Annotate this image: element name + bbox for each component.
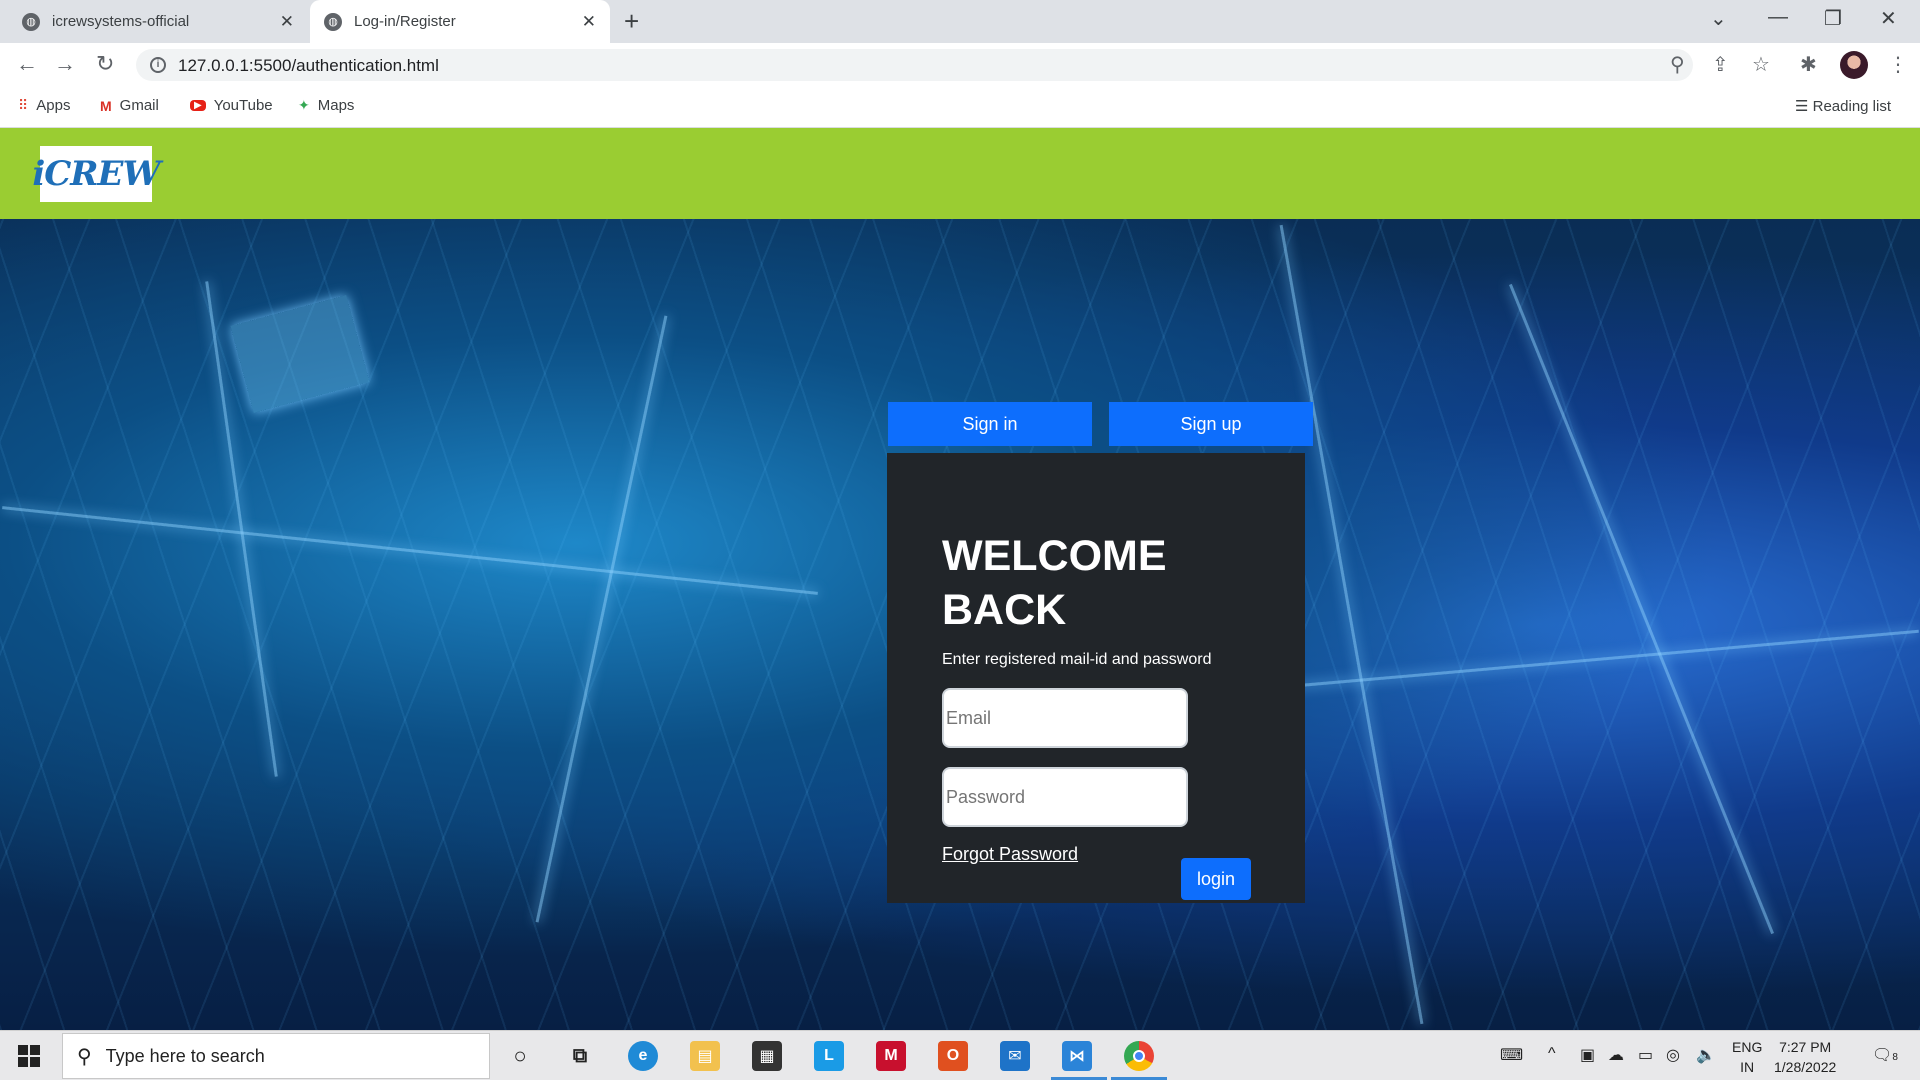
share-icon[interactable]: ⇪	[1712, 52, 1729, 77]
zoom-icon[interactable]: ⚲	[1670, 52, 1685, 77]
forward-icon[interactable]: →	[54, 51, 76, 77]
youtube-icon: ▶	[190, 100, 206, 111]
mcafee-icon[interactable]: M	[876, 1041, 906, 1071]
taskbar-search[interactable]: ⚲ Type here to search	[62, 1033, 490, 1079]
bookmark-youtube[interactable]: ▶ YouTube	[190, 97, 273, 114]
light-beam	[1251, 629, 1919, 692]
site-info-icon[interactable]: i	[150, 57, 166, 73]
light-beam	[2, 506, 818, 595]
meet-icon[interactable]: ▣	[1580, 1045, 1595, 1065]
globe-icon: ◍	[22, 12, 40, 31]
mail-icon[interactable]: ✉	[1000, 1041, 1030, 1071]
bookmark-apps[interactable]: ⠿ Apps	[18, 97, 70, 114]
site-logo[interactable]: iCREW	[32, 146, 161, 202]
chrome-icon[interactable]	[1124, 1041, 1154, 1071]
clock-time: 7:27 PM	[1779, 1039, 1832, 1055]
file-explorer-icon[interactable]: ▤	[690, 1041, 720, 1071]
forgot-password-link[interactable]: Forgot Password	[942, 844, 1078, 865]
gmail-icon: M	[100, 97, 112, 114]
tab-login-register[interactable]: ◍ Log-in/Register ✕	[310, 0, 610, 43]
search-placeholder: Type here to search	[105, 1045, 265, 1066]
edge-icon[interactable]: e	[628, 1041, 658, 1071]
office-icon[interactable]: O	[938, 1041, 968, 1071]
globe-icon: ◍	[324, 12, 342, 31]
tab-title: icrewsystems-official	[52, 13, 190, 30]
close-tab-icon[interactable]: ✕	[280, 12, 294, 32]
extensions-icon[interactable]: ✱	[1800, 52, 1817, 77]
login-button[interactable]: login	[1181, 858, 1251, 900]
apps-grid-icon: ⠿	[18, 97, 29, 113]
search-icon: ⚲	[77, 1045, 92, 1068]
show-hidden-icons[interactable]: ^	[1548, 1045, 1556, 1063]
welcome-heading: WELCOME BACK	[942, 532, 1167, 634]
sign-up-tab[interactable]: Sign up	[1109, 402, 1313, 446]
bookmark-label: Gmail	[119, 97, 159, 114]
system-clock[interactable]: 7:27 PM 1/28/2022	[1774, 1037, 1836, 1077]
cortana-icon[interactable]: ○	[505, 1041, 535, 1071]
light-beam	[535, 315, 668, 923]
menu-icon[interactable]: ⋮	[1888, 52, 1908, 77]
reading-list-label: Reading list	[1812, 98, 1892, 115]
light-cube	[230, 295, 370, 413]
volume-icon[interactable]: 🔈	[1696, 1045, 1716, 1065]
bookmark-label: Maps	[317, 97, 355, 114]
bookmark-star-icon[interactable]: ☆	[1752, 52, 1770, 77]
address-bar[interactable]: i 127.0.0.1:5500/authentication.html	[136, 49, 1693, 81]
windows-start-icon[interactable]	[18, 1045, 40, 1067]
sign-in-tab[interactable]: Sign in	[888, 402, 1092, 446]
onedrive-icon[interactable]: ☁	[1608, 1045, 1624, 1065]
login-card: WELCOME BACK Enter registered mail-id an…	[887, 453, 1305, 903]
keyboard-icon[interactable]: ⌨	[1500, 1045, 1523, 1065]
site-header: iCREW	[0, 128, 1920, 219]
login-subtitle: Enter registered mail-id and password	[942, 651, 1212, 668]
language-indicator[interactable]: ENG IN	[1732, 1037, 1762, 1077]
back-icon[interactable]: ←	[16, 51, 38, 77]
vscode-icon[interactable]: ⋈	[1062, 1041, 1092, 1071]
notifications-icon[interactable]: 🗨8	[1872, 1045, 1898, 1065]
tab-title: Log-in/Register	[354, 13, 456, 30]
notification-count: 8	[1892, 1052, 1898, 1063]
bookmark-gmail[interactable]: M Gmail	[100, 97, 159, 114]
browser-toolbar: ← → ↻ i 127.0.0.1:5500/authentication.ht…	[0, 43, 1920, 87]
network-icon[interactable]: ◎	[1666, 1045, 1680, 1065]
url-text[interactable]: 127.0.0.1:5500/authentication.html	[178, 56, 439, 76]
reading-list[interactable]: ☰ Reading list	[1795, 97, 1891, 115]
task-view-icon[interactable]: ⧉	[565, 1041, 595, 1071]
lens-app-icon[interactable]: L	[814, 1041, 844, 1071]
email-field[interactable]	[942, 688, 1188, 748]
light-beam	[1508, 283, 1775, 935]
tab-search-icon[interactable]: ⌄	[1710, 6, 1727, 31]
restore-button[interactable]: ❐	[1824, 6, 1842, 31]
profile-avatar[interactable]	[1840, 51, 1868, 79]
bookmark-label: Apps	[36, 97, 71, 114]
bookmark-maps[interactable]: ✦ Maps	[298, 97, 354, 114]
windows-taskbar: ⚲ Type here to search ○ ⧉ e ▤ ▦ L M O ✉ …	[0, 1030, 1920, 1080]
store-icon[interactable]: ▦	[752, 1041, 782, 1071]
password-field[interactable]	[942, 767, 1188, 827]
close-window-button[interactable]: ✕	[1880, 6, 1897, 31]
bookmarks-bar: ⠿ Apps M Gmail ▶ YouTube ✦ Maps ☰ Readin…	[0, 87, 1920, 128]
reload-icon[interactable]: ↻	[96, 51, 114, 77]
maps-icon: ✦	[298, 97, 310, 113]
web-page: iCREW Sign in Sign up WELCOME BACK Enter…	[0, 128, 1920, 1030]
battery-icon[interactable]: ▭	[1638, 1045, 1653, 1065]
minimize-button[interactable]: —	[1768, 6, 1788, 29]
new-tab-button[interactable]: +	[624, 6, 639, 37]
reading-list-icon: ☰	[1795, 98, 1809, 115]
clock-date: 1/28/2022	[1774, 1059, 1837, 1075]
tab-icrewsystems[interactable]: ◍ icrewsystems-official ✕	[8, 0, 308, 43]
bookmark-label: YouTube	[213, 97, 273, 114]
browser-tab-strip: ◍ icrewsystems-official ✕ ◍ Log-in/Regis…	[0, 0, 1920, 43]
close-tab-icon[interactable]: ✕	[582, 12, 596, 32]
